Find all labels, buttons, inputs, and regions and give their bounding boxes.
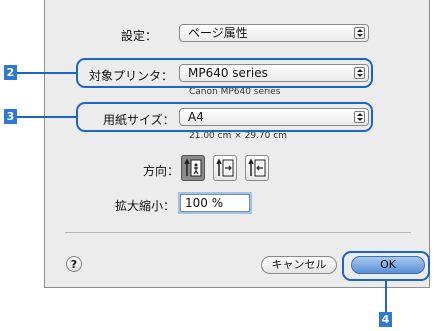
callout-line-4 (385, 280, 387, 312)
printer-callout (76, 58, 373, 88)
callout-number-3: 3 (4, 109, 17, 124)
paper-size-callout (76, 102, 373, 132)
scale-label: 拡大縮小： (115, 199, 176, 213)
popup-arrows-icon (354, 27, 365, 39)
orientation-reverse-landscape-button[interactable] (245, 155, 269, 181)
callout-line-3 (17, 116, 77, 118)
orientation-label: 方向： (143, 164, 180, 178)
scale-input[interactable]: 100 % (178, 192, 252, 214)
settings-value: ページ属性 (188, 26, 248, 40)
orientation-portrait-button[interactable] (181, 155, 205, 181)
callout-number-4: 4 (379, 312, 392, 327)
scale-value: 100 % (185, 196, 224, 210)
cancel-button[interactable]: キャンセル (261, 256, 337, 274)
paper-size-dimensions: 21.00 cm × 29.70 cm (189, 131, 287, 141)
settings-label: 設定： (121, 29, 158, 43)
printer-description: Canon MP640 series (189, 87, 281, 97)
page-setup-dialog: 設定： ページ属性 対象プリンタ： MP640 series Canon MP6… (44, 0, 430, 288)
callout-number-2: 2 (4, 65, 17, 80)
help-button[interactable]: ? (66, 256, 82, 272)
reverse-landscape-icon (248, 158, 266, 177)
portrait-icon (184, 158, 202, 177)
callout-line-2 (17, 72, 77, 74)
settings-popup[interactable]: ページ属性 (179, 24, 369, 42)
ok-callout (342, 251, 430, 281)
orientation-landscape-button[interactable] (213, 155, 237, 181)
separator (65, 232, 411, 233)
landscape-icon (216, 158, 234, 177)
